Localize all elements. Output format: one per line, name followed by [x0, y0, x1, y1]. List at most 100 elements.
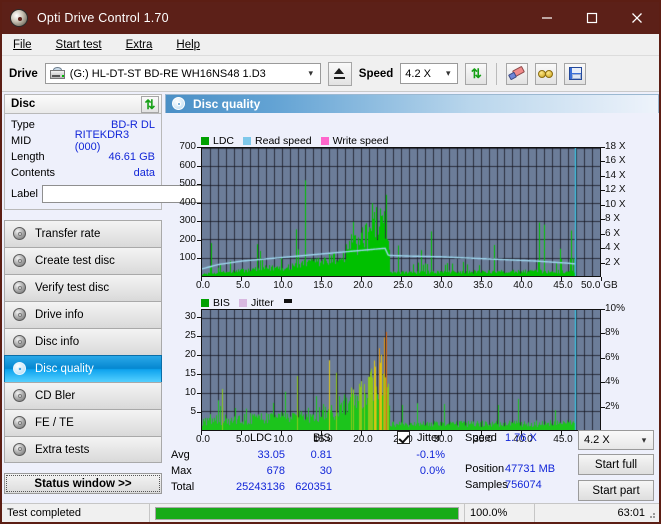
- axis-tick-label: 2%: [605, 400, 620, 412]
- inspect-button[interactable]: [535, 62, 558, 85]
- sidebar-item-label: FE / TE: [35, 417, 74, 429]
- sidebar-item-disc-info[interactable]: Disc info: [4, 328, 162, 355]
- axis-tick-label: 20.0: [353, 280, 373, 291]
- bis-plot[interactable]: [201, 309, 601, 431]
- disc-quality-icon: [171, 97, 186, 111]
- drive-select[interactable]: (G:) HL-DT-ST BD-RE WH16NS48 1.D3 ▾: [44, 63, 321, 84]
- legend-swatch-ldc: [201, 137, 209, 145]
- stats-total-bis: 620351: [295, 481, 332, 493]
- disc-icon: [12, 254, 27, 268]
- sidebar-item-label: Drive info: [35, 309, 84, 321]
- axis-tick-label: 500: [179, 178, 196, 190]
- sidebar-item-drive-info[interactable]: Drive info: [4, 301, 162, 328]
- sidebar-item-transfer-rate[interactable]: Transfer rate: [4, 220, 162, 247]
- axis-tick-label: 10: [184, 386, 196, 398]
- disc-icon: [12, 362, 27, 376]
- test-speed-value: 4.2 X: [584, 434, 610, 446]
- speed-select[interactable]: 4.2 X ▾: [400, 63, 459, 84]
- start-part-button[interactable]: Start part: [578, 480, 654, 501]
- legend-label-jitter: Jitter: [250, 297, 274, 309]
- axis-tick: [281, 277, 282, 281]
- stats-row-label-avg: Avg: [171, 449, 190, 461]
- axis-tick-label: 15: [184, 367, 196, 379]
- axis-tick-label: 0.0: [196, 280, 210, 291]
- stats-avg-ldc: 33.05: [257, 449, 285, 461]
- axis-tick-label: 20: [184, 348, 196, 360]
- menu-extra[interactable]: Extra: [123, 37, 156, 53]
- content-area: Disc ⇅ Type BD-R DL MID RITEKDR3 (000) L…: [2, 92, 659, 503]
- sidebar-item-fe-te[interactable]: FE / TE: [4, 409, 162, 436]
- close-icon[interactable]: [614, 2, 659, 34]
- save-icon: [568, 67, 582, 80]
- menu-help[interactable]: Help: [173, 37, 203, 53]
- axis-tick: [601, 219, 605, 221]
- disc-row-contents: Contents data: [11, 165, 155, 181]
- stats-row-label-max: Max: [171, 465, 192, 477]
- disc-type-label: Type: [11, 119, 35, 131]
- axis-tick: [601, 277, 602, 281]
- save-button[interactable]: [564, 62, 587, 85]
- disc-info-panel: Type BD-R DL MID RITEKDR3 (000) Length 4…: [4, 114, 244, 210]
- stats-position-value: 47731 MB: [505, 463, 556, 475]
- toolbar-divider: [496, 62, 498, 85]
- jitter-checkbox[interactable]: [397, 431, 410, 444]
- axis-tick: [561, 277, 562, 281]
- maximize-icon[interactable]: [569, 2, 614, 34]
- axis-tick-label: 5: [190, 405, 196, 417]
- sidebar-item-disc-quality[interactable]: Disc quality: [4, 355, 162, 382]
- disc-icon: [12, 416, 27, 430]
- ldc-legend: LDC Read speed Write speed: [201, 135, 389, 147]
- start-full-button[interactable]: Start full: [578, 454, 654, 475]
- menu-start-test[interactable]: Start test: [53, 37, 105, 53]
- axis-tick: [361, 277, 362, 281]
- axis-tick-label: 15.0: [313, 280, 333, 291]
- axis-tick-label: 600: [179, 159, 196, 171]
- axis-tick: [521, 277, 522, 281]
- disc-icon: [12, 389, 27, 403]
- stats-max-bis: 30: [319, 465, 332, 477]
- sidebar-item-create-test-disc[interactable]: Create test disc: [4, 247, 162, 274]
- eject-icon: [334, 68, 346, 79]
- window-controls: [524, 2, 659, 34]
- disc-refresh-button[interactable]: ⇅: [141, 95, 159, 113]
- stats-position-label: Position: [465, 463, 505, 475]
- sidebar-item-verify-test-disc[interactable]: Verify test disc: [4, 274, 162, 301]
- disc-quality-header: Disc quality: [165, 94, 659, 113]
- ldc-plot[interactable]: [201, 147, 601, 277]
- chevron-down-icon: ▾: [641, 434, 647, 445]
- stats-avg-jitter: -0.1%: [416, 449, 445, 461]
- axis-tick: [601, 190, 605, 192]
- stats-header-bis: BIS: [313, 432, 331, 444]
- sidebar-item-extra-tests[interactable]: Extra tests: [4, 436, 162, 463]
- resize-grip-icon[interactable]: [646, 509, 656, 519]
- disc-mid-label: MID: [11, 135, 32, 147]
- sidebar: Disc ⇅ Type BD-R DL MID RITEKDR3 (000) L…: [4, 94, 244, 499]
- status-bar: Test completed 100.0% 63:01: [2, 503, 659, 522]
- disc-icon: [12, 308, 27, 322]
- sidebar-item-cd-bler[interactable]: CD Bler: [4, 382, 162, 409]
- disc-length-value: 46.61 GB: [108, 151, 155, 163]
- stats-row-label-total: Total: [171, 481, 195, 493]
- goggles-icon: [538, 68, 554, 80]
- stats-total-ldc: 25243136: [236, 481, 285, 493]
- axis-tick-label: 400: [179, 196, 196, 208]
- axis-tick-label: 2 X: [605, 256, 621, 268]
- test-speed-select[interactable]: 4.2 X ▾: [578, 430, 654, 450]
- jitter-marker-icon: [283, 299, 292, 303]
- erase-button[interactable]: [506, 62, 529, 85]
- disc-icon: [12, 281, 27, 295]
- eject-button[interactable]: [327, 61, 352, 86]
- axis-tick-label: 30.0: [433, 280, 453, 291]
- axis-tick-label: 200: [179, 233, 196, 245]
- minimize-icon[interactable]: [524, 2, 569, 34]
- drive-select-value: (G:) HL-DT-ST BD-RE WH16NS48 1.D3: [69, 67, 266, 80]
- stats-header-jitter: Jitter: [417, 432, 441, 444]
- refresh-button[interactable]: ⇅: [465, 62, 488, 85]
- legend-label-write-speed: Write speed: [332, 135, 389, 147]
- stats-samples-value: 756074: [505, 479, 542, 491]
- sidebar-item-label: Disc info: [35, 336, 80, 348]
- axis-tick: [601, 204, 605, 206]
- status-window-button[interactable]: Status window >>: [4, 473, 162, 494]
- menu-file[interactable]: File: [10, 37, 35, 53]
- menu-extra-label: Extra: [125, 38, 153, 51]
